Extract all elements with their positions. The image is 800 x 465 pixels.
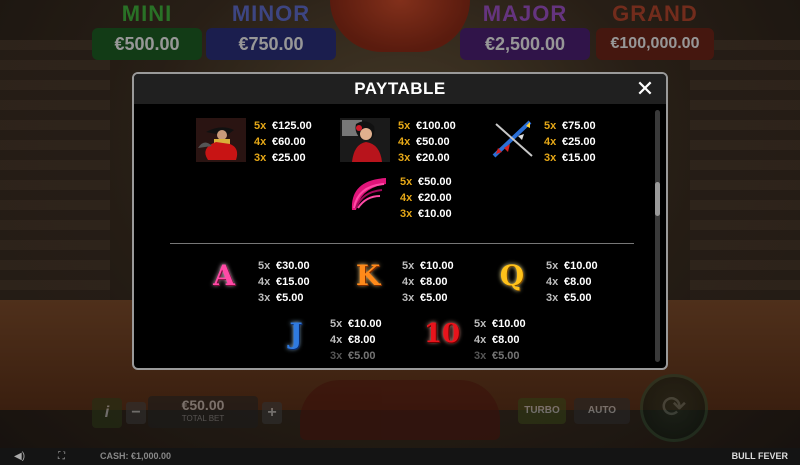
- matador-payouts: 5x €125.00 4x €60.00 3x €25.00: [254, 118, 312, 166]
- letter-a-icon: A: [213, 259, 235, 292]
- payout-row: 5x €10.00: [330, 318, 382, 330]
- payout-row: 3x €5.00: [402, 292, 448, 304]
- fan-payouts: 5x €50.00 4x €20.00 3x €10.00: [400, 174, 452, 222]
- payout-row: 5x €10.00: [474, 318, 526, 330]
- payout-row: 5x €10.00: [402, 260, 454, 272]
- payout-row: 5x €10.00: [546, 260, 598, 272]
- j-payouts: 5x €10.00 4x €8.00 3x €5.00: [330, 316, 382, 364]
- payout-row: 3x €10.00: [400, 208, 452, 220]
- cash-balance: CASH: €1,000.00: [100, 451, 172, 461]
- scrollbar-thumb[interactable]: [655, 182, 660, 216]
- close-icon[interactable]: ✕: [634, 77, 656, 101]
- paytable-divider: [170, 243, 634, 244]
- letter-q-icon: Q: [499, 259, 525, 292]
- letter-k-icon: K: [355, 259, 381, 292]
- payout-row: 5x €30.00: [258, 260, 310, 272]
- sound-icon[interactable]: ◀): [14, 451, 26, 462]
- payout-row: 4x €25.00: [544, 136, 596, 148]
- payout-row: 3x €5.00: [258, 292, 304, 304]
- payout-row: 5x €125.00: [254, 120, 312, 132]
- payout-row: 5x €50.00: [400, 176, 452, 188]
- payout-row: 4x €8.00: [546, 276, 592, 288]
- 10-payouts: 5x €10.00 4x €8.00 3x €5.00: [474, 316, 526, 364]
- payout-row: 4x €8.00: [330, 334, 376, 346]
- payout-row: 5x €75.00: [544, 120, 596, 132]
- payout-row: 4x €15.00: [258, 276, 310, 288]
- game-name: BULL FEVER: [731, 451, 788, 461]
- payout-row: 3x €25.00: [254, 152, 306, 164]
- number-10-icon: 10: [423, 319, 461, 349]
- banderillas-payouts: 5x €75.00 4x €25.00 3x €15.00: [544, 118, 596, 166]
- payout-row: 5x €100.00: [398, 120, 456, 132]
- fan-icon: [351, 178, 386, 210]
- k-payouts: 5x €10.00 4x €8.00 3x €5.00: [402, 258, 454, 306]
- flamenco-dancer-payouts: 5x €100.00 4x €50.00 3x €20.00: [398, 118, 456, 166]
- paytable-header: PAYTABLE ✕: [134, 74, 666, 104]
- status-bar: ◀) ⛶ CASH: €1,000.00 BULL FEVER: [0, 448, 800, 465]
- matador-icon: [196, 118, 246, 162]
- flamenco-dancer-icon: [340, 118, 390, 162]
- q-payouts: 5x €10.00 4x €8.00 3x €5.00: [546, 258, 598, 306]
- payout-row: 4x €20.00: [400, 192, 452, 204]
- banderillas-icon: [492, 120, 533, 158]
- letter-j-icon: J: [289, 317, 303, 350]
- paytable-modal: PAYTABLE ✕ 5x €125.00 4x €60.00 3x €25.00: [132, 72, 668, 370]
- payout-row: 4x €8.00: [402, 276, 448, 288]
- payout-row: 4x €8.00: [474, 334, 520, 346]
- a-payouts: 5x €30.00 4x €15.00 3x €5.00: [258, 258, 310, 306]
- payout-row: 4x €50.00: [398, 136, 450, 148]
- payout-row: 3x €5.00: [330, 350, 376, 362]
- payout-row: 3x €20.00: [398, 152, 450, 164]
- paytable-title: PAYTABLE: [354, 79, 446, 98]
- payout-row: 4x €60.00: [254, 136, 306, 148]
- payout-row: 3x €5.00: [474, 350, 520, 362]
- fullscreen-icon[interactable]: ⛶: [58, 451, 70, 462]
- payout-row: 3x €5.00: [546, 292, 592, 304]
- payout-row: 3x €15.00: [544, 152, 596, 164]
- paytable-scrollbar[interactable]: [655, 110, 660, 362]
